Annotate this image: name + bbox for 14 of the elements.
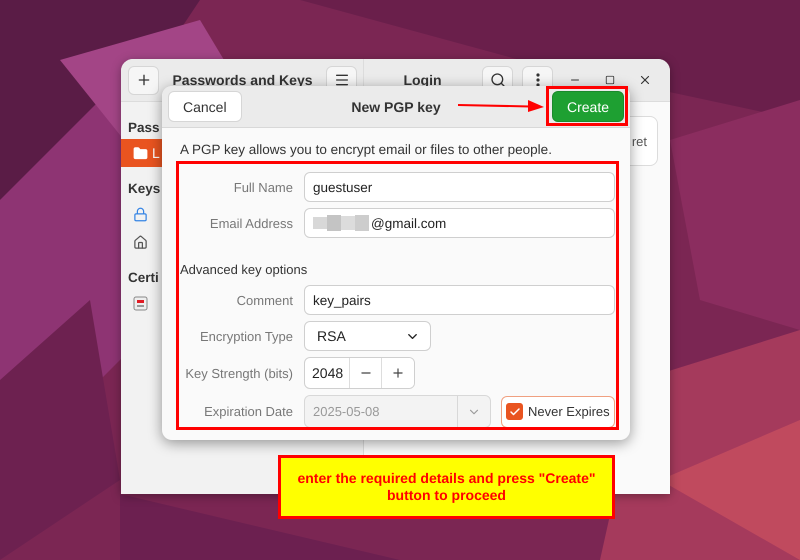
- section-heading: Pass: [127, 119, 161, 137]
- window-title: Passwords and Keys: [171, 72, 314, 88]
- section-heading: Certi: [127, 269, 160, 287]
- field-label: Key Strength (bits): [184, 366, 293, 380]
- section-heading: Keys: [127, 180, 162, 198]
- field-label: Comment: [236, 292, 293, 308]
- field-label: Email Address: [208, 216, 293, 230]
- field-label: Encryption Type: [199, 328, 293, 344]
- description: A PGP key allows you to encrypt email or files to other people.: [180, 142, 553, 157]
- field-label: Expiration Date: [203, 404, 293, 419]
- field-label: Full Name: [232, 180, 293, 194]
- section-heading: Advanced key options: [180, 262, 308, 277]
- instruction-note: enter the required details and press "Create" button to proceed: [278, 455, 615, 519]
- dialog-title: New PGP key: [351, 98, 441, 114]
